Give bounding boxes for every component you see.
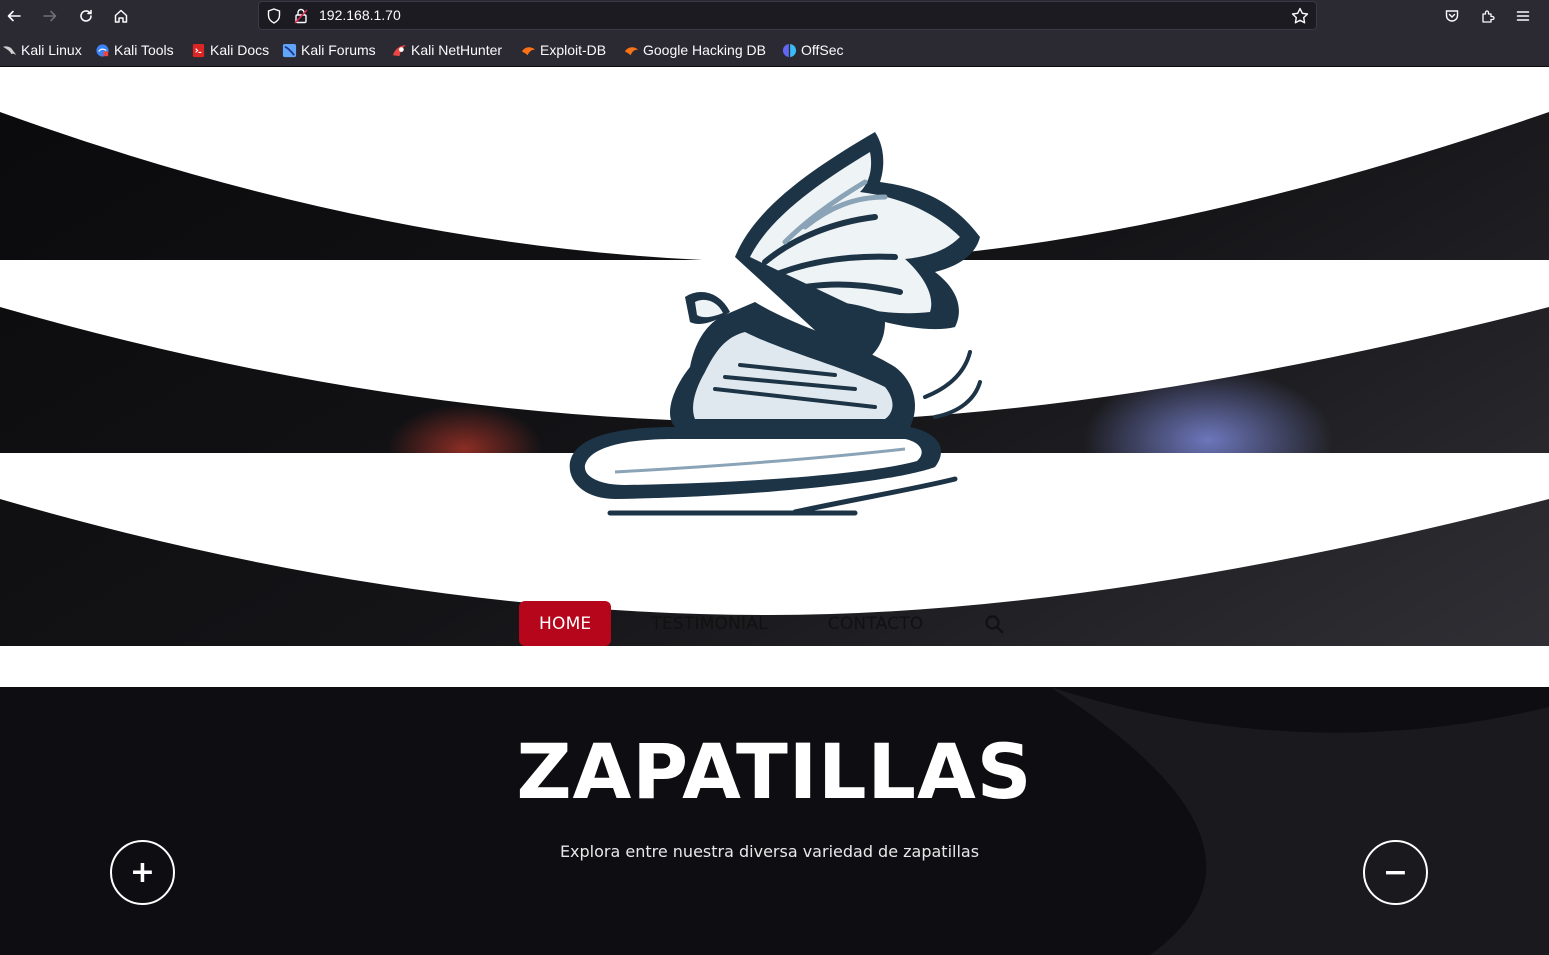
bookmark-label: Kali Docs [210, 42, 270, 58]
plus-icon: + [129, 854, 156, 890]
kali-forums-icon [282, 43, 297, 57]
forward-arrow-icon[interactable] [37, 4, 63, 28]
nav-testimonial[interactable]: TESTIMONIAL [631, 601, 787, 646]
web-page: HOME TESTIMONIAL CONTACTO [0, 67, 1549, 955]
bookmark-label: OffSec [801, 42, 844, 58]
carousel-next-button[interactable]: − [1363, 840, 1428, 905]
back-arrow-icon[interactable] [1, 4, 27, 28]
bookmark-kali-forums[interactable]: Kali Forums [282, 41, 376, 59]
nethunter-icon [392, 44, 407, 56]
carousel-prev-button[interactable]: + [110, 840, 175, 905]
ghdb-icon [624, 46, 639, 55]
bookmark-offsec[interactable]: OffSec [782, 41, 844, 59]
minus-icon: − [1382, 854, 1409, 890]
bookmark-star-icon[interactable] [1290, 6, 1310, 26]
url-text[interactable]: 192.168.1.70 [319, 7, 401, 23]
extensions-icon[interactable] [1475, 4, 1501, 28]
address-bar[interactable]: 192.168.1.70 [258, 1, 1317, 30]
winged-sneaker-logo [569, 132, 982, 516]
exploit-db-icon [521, 46, 536, 55]
menu-icon[interactable] [1510, 4, 1536, 28]
kali-tools-icon [96, 43, 109, 57]
bookmark-kali-tools[interactable]: Kali Tools [95, 41, 174, 59]
kali-docs-icon [192, 43, 205, 57]
bookmark-exploit-db[interactable]: Exploit-DB [521, 41, 606, 59]
bookmark-label: Kali Linux [21, 42, 82, 58]
offsec-icon [782, 43, 797, 57]
bookmark-label: Exploit-DB [540, 42, 607, 58]
kali-dragon-icon [2, 45, 17, 55]
bookmark-label: Kali Forums [301, 42, 376, 58]
main-nav: HOME TESTIMONIAL CONTACTO [519, 601, 1005, 646]
home-icon[interactable] [108, 4, 134, 28]
insecure-lock-icon[interactable] [292, 7, 310, 25]
bookmark-kali-nethunter[interactable]: Kali NetHunter [392, 41, 502, 59]
nav-home[interactable]: HOME [519, 601, 612, 646]
shield-icon[interactable] [265, 7, 283, 25]
bookmark-google-hacking-db[interactable]: Google Hacking DB [624, 41, 766, 59]
bookmark-label: Kali NetHunter [411, 42, 503, 58]
bookmarks-toolbar: Kali Linux Kali Tools Kali Docs Kali For… [0, 33, 1549, 67]
search-icon[interactable] [983, 613, 1005, 635]
nav-contacto[interactable]: CONTACTO [808, 601, 944, 646]
bookmark-kali-linux[interactable]: Kali Linux [2, 41, 82, 59]
pocket-icon[interactable] [1439, 4, 1465, 28]
hero-subtitle: Explora entre nuestra diversa variedad d… [559, 842, 980, 861]
bookmark-kali-docs[interactable]: Kali Docs [191, 41, 269, 59]
bookmark-label: Kali Tools [114, 42, 174, 58]
hero-title: ZAPATILLAS [516, 727, 1033, 816]
reload-icon[interactable] [73, 4, 99, 28]
bookmark-label: Google Hacking DB [643, 42, 766, 58]
browser-toolbar: 192.168.1.70 [0, 0, 1549, 33]
